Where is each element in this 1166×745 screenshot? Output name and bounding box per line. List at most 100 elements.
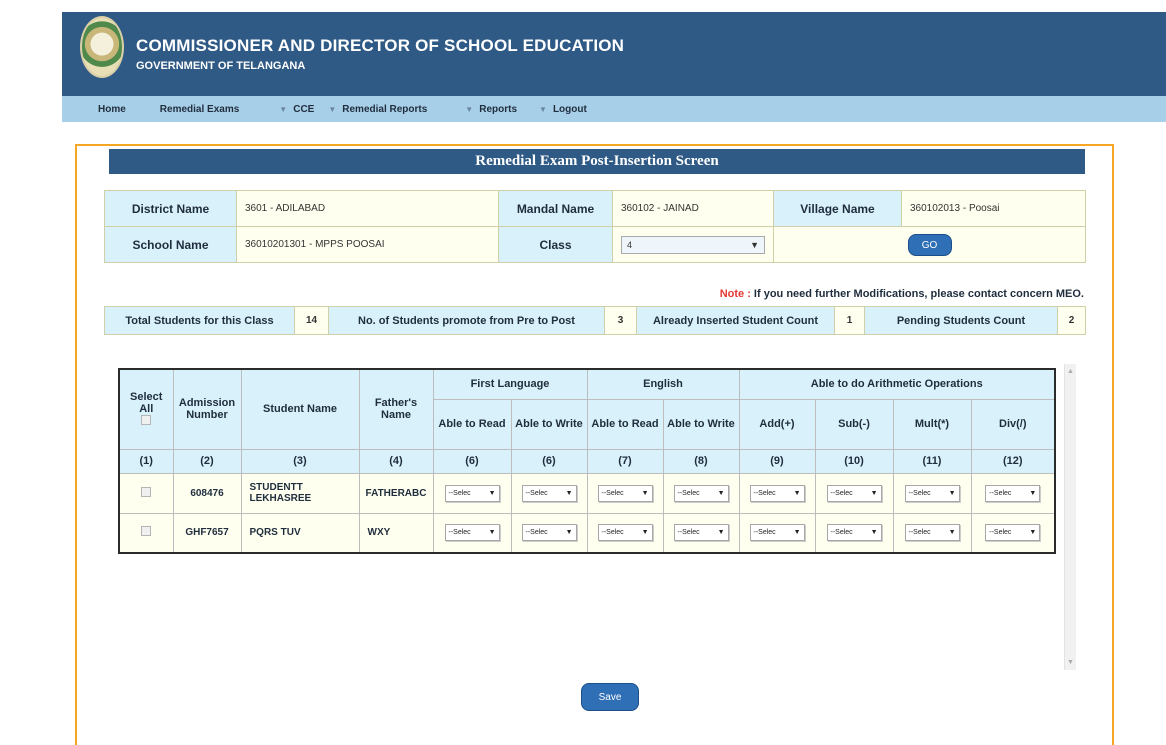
add-select[interactable]: --Selec ▼ [749,484,805,502]
father-name: FATHERABC [358,472,434,514]
header-subtitle: GOVERNMENT OF TELANGANA [136,60,306,72]
div-select[interactable]: --Selec ▼ [985,524,1041,542]
nav-remedial-reports[interactable]: ▼ Remedial Reports [328,104,427,115]
div-select[interactable]: --Selec ▼ [985,484,1041,502]
site-header: COMMISSIONER AND DIRECTOR OF SCHOOL EDUC… [0,0,1166,96]
mult-select[interactable]: --Selec ▼ [904,524,960,542]
en-read-select[interactable]: --Selec ▼ [597,484,653,502]
col-number: (3) [240,448,360,474]
en-read-select[interactable]: --Selec ▼ [597,524,653,542]
sub-select[interactable]: --Selec ▼ [826,524,882,542]
inserted-count-label: Already Inserted Student Count [636,306,835,335]
fl-write-select[interactable]: --Selec ▼ [521,484,577,502]
nav-cce[interactable]: ▼ CCE [279,104,314,115]
pending-count-value: 2 [1057,306,1086,335]
row-checkbox-cell [118,512,174,554]
dropdown-arrow-icon: ▼ [488,489,496,497]
select-all-checkbox[interactable] [141,414,152,425]
dropdown-arrow-icon: ▼ [948,529,956,537]
dropdown-arrow-icon: ▼ [488,529,496,537]
student-counts-table: Total Students for this Class 14 No. of … [104,306,1086,335]
first-language-header: First Language [432,368,588,400]
col-number: (11) [892,448,972,474]
dropdown-arrow-icon: ▼ [870,489,878,497]
add-select[interactable]: --Selec ▼ [749,524,805,542]
father-name: WXY [358,512,434,554]
page-title: Remedial Exam Post-Insertion Screen [109,149,1085,174]
student-name: PQRS TUV [240,512,360,554]
fl-read-header: Able to Read [432,398,512,450]
chevron-down-icon: ▼ [539,104,547,114]
fl-write-header: Able to Write [510,398,588,450]
header-title: COMMISSIONER AND DIRECTOR OF SCHOOL EDUC… [136,36,625,55]
en-write-select[interactable]: --Selec ▼ [673,524,729,542]
nav-home[interactable]: Home [98,104,126,115]
nav-reports[interactable]: ▼ Reports [465,104,517,115]
modification-note: Note : If you need further Modifications… [719,288,1084,300]
sub-header: Sub(-) [814,398,894,450]
mult-select[interactable]: --Selec ▼ [904,484,960,502]
scroll-down-icon[interactable]: ▼ [1067,659,1074,666]
school-label: School Name [104,226,237,263]
select-all-header: Select All [118,368,174,450]
col-number: (6) [432,448,512,474]
table-row: 608476 STUDENTT LEKHASREE FATHERABC --Se… [118,472,1056,514]
dropdown-arrow-icon: ▼ [870,529,878,537]
chevron-down-icon: ▼ [328,104,337,114]
promoted-students-value: 3 [604,306,637,335]
dropdown-arrow-icon: ▼ [717,489,725,497]
scroll-up-icon[interactable]: ▲ [1067,368,1074,375]
village-label: Village Name [773,190,902,227]
fl-read-select[interactable]: --Selec ▼ [444,484,500,502]
admission-number-header: Admission Number [172,368,242,450]
student-name: STUDENTT LEKHASREE [240,472,360,514]
english-header: English [586,368,740,400]
col-number: (9) [738,448,816,474]
dropdown-arrow-icon: ▼ [565,489,573,497]
dropdown-arrow-icon: ▼ [641,489,649,497]
en-write-header: Able to Write [662,398,740,450]
student-assessment-table: Select All Admission Number Student Name… [118,368,1056,554]
class-cell: 4 ▼ [612,226,774,263]
district-value: 3601 - ADILABAD [236,190,499,227]
col-number: (1) [118,448,174,474]
mandal-value: 360102 - JAINAD [612,190,774,227]
fl-read-select[interactable]: --Selec ▼ [444,524,500,542]
dropdown-arrow-icon: ▼ [793,489,801,497]
total-students-label: Total Students for this Class [104,306,295,335]
dropdown-arrow-icon: ▼ [565,529,573,537]
row-checkbox[interactable] [141,486,152,497]
sub-select[interactable]: --Selec ▼ [826,484,882,502]
vertical-scrollbar[interactable]: ▲ ▼ [1064,364,1076,670]
col-number: (10) [814,448,894,474]
col-number: (2) [172,448,242,474]
go-cell: GO [773,226,1086,263]
dropdown-arrow-icon: ▼ [793,529,801,537]
inserted-count-value: 1 [834,306,865,335]
dropdown-arrow-icon: ▼ [717,529,725,537]
main-nav: Home Remedial Exams ▼ CCE ▼ Remedial Repor… [0,96,1166,124]
class-label: Class [498,226,613,263]
row-checkbox[interactable] [141,526,152,537]
nav-remedial-exams[interactable]: Remedial Exams [160,104,240,115]
div-header: Div(/) [970,398,1056,450]
class-select[interactable]: 4 ▼ [621,235,765,254]
row-checkbox-cell [118,472,174,514]
admission-number: GHF7657 [172,512,242,554]
dropdown-arrow-icon: ▼ [750,239,759,250]
go-button[interactable]: GO [907,233,952,256]
chevron-down-icon: ▼ [279,104,288,114]
en-write-select[interactable]: --Selec ▼ [673,484,729,502]
col-number: (8) [662,448,740,474]
pending-count-label: Pending Students Count [864,306,1058,335]
admission-number: 608476 [172,472,242,514]
nav-logout[interactable]: ▼ Logout [539,104,587,115]
promoted-students-label: No. of Students promote from Pre to Post [328,306,605,335]
dropdown-arrow-icon: ▼ [1029,489,1037,497]
col-number: (6) [510,448,588,474]
student-name-header: Student Name [240,368,360,450]
chevron-down-icon: ▼ [465,104,474,114]
village-value: 360102013 - Poosai [901,190,1086,227]
save-button[interactable]: Save [581,683,639,711]
fl-write-select[interactable]: --Selec ▼ [521,524,577,542]
